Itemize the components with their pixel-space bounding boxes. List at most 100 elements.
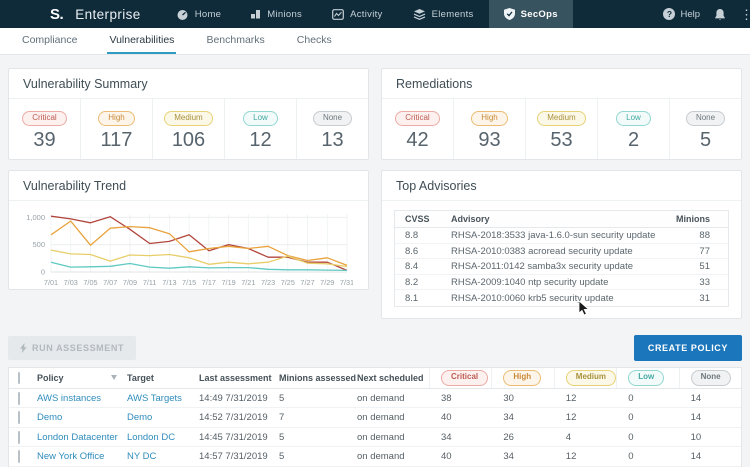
- severity-badge-none: None: [686, 111, 725, 126]
- policy-row-london-datacenter: London DatacenterLondon DC14:45 7/31/201…: [9, 428, 741, 448]
- stat-remediations-high: High 93: [453, 99, 525, 159]
- tabbar: Compliance Vulnerabilities Benchmarks Check…: [0, 28, 750, 55]
- advisory-minions: 88: [664, 230, 718, 241]
- stat-value-critical: 39: [9, 129, 80, 152]
- next-scheduled-cell: on demand: [357, 451, 429, 462]
- nav-item-home[interactable]: Home: [161, 0, 237, 28]
- advisory-cvss: 8.4: [405, 261, 451, 272]
- next-scheduled-cell: on demand: [357, 393, 429, 404]
- svg-text:7/15: 7/15: [182, 278, 196, 287]
- run-assessment-button[interactable]: RUN ASSESSMENT: [8, 336, 136, 360]
- row-checkbox-cell: [9, 451, 37, 462]
- minions-assessed-cell: 5: [279, 393, 357, 404]
- advisory-name: RHSA-2011:0142 samba3x security update: [451, 261, 664, 272]
- trend-series-low: [51, 263, 347, 271]
- tab-benchmarks[interactable]: Benchmarks: [204, 28, 266, 54]
- stat-remediations-low: Low2: [597, 99, 669, 159]
- stat-remediations-none: None5: [669, 99, 741, 159]
- bell-icon[interactable]: [714, 8, 726, 21]
- policy-link[interactable]: AWS instances: [37, 393, 127, 404]
- svg-text:7/03: 7/03: [64, 278, 78, 287]
- elements-icon: [413, 9, 426, 20]
- target-link[interactable]: AWS Targets: [127, 393, 199, 404]
- advisories-col-advisory: Advisory: [451, 214, 664, 224]
- topbar: S. Enterprise HomeMinionsActivityElement…: [0, 0, 750, 28]
- row-checkbox[interactable]: [18, 450, 20, 463]
- severity-badge-medium: Medium: [566, 370, 616, 385]
- low-count-cell: 0: [616, 393, 678, 404]
- brand[interactable]: S. Enterprise: [0, 0, 141, 28]
- critical-count-cell: 38: [429, 393, 491, 404]
- row-checkbox-cell: [9, 412, 37, 423]
- nav-item-secops[interactable]: SecOps: [489, 0, 573, 28]
- policy-link[interactable]: Demo: [37, 412, 127, 423]
- svg-text:0: 0: [41, 268, 45, 277]
- none-count-cell: 14: [679, 393, 741, 404]
- last-assessment-cell: 14:52 7/31/2019: [199, 412, 279, 423]
- advisory-row: 8.1RHSA-2010:0060 krb5 security update31: [395, 290, 728, 306]
- advisory-row: 8.6RHSA-2010:0383 acroread security upda…: [395, 244, 728, 260]
- activity-icon: [332, 9, 344, 20]
- tab-vulnerabilities[interactable]: Vulnerabilities: [107, 28, 176, 54]
- stat-value-medium: 106: [153, 129, 224, 152]
- policy-link[interactable]: New York Office: [37, 451, 127, 462]
- nav-item-minions[interactable]: Minions: [236, 0, 317, 28]
- vulnerability-summary-stats: Critical39High117Medium106Low12None13: [9, 99, 368, 159]
- stat-value-critical: 42: [382, 129, 453, 152]
- row-checkbox[interactable]: [18, 431, 20, 444]
- top-advisories-card: Top Advisories CVSSAdvisoryMinions 8.8RH…: [381, 170, 742, 319]
- target-link[interactable]: London DC: [127, 432, 199, 443]
- svg-text:7/01: 7/01: [44, 278, 58, 287]
- row-checkbox-cell: [9, 393, 37, 404]
- topbar-right: ? Help ⋮: [663, 0, 750, 28]
- target-link[interactable]: Demo: [127, 412, 199, 423]
- svg-text:7/11: 7/11: [143, 278, 157, 287]
- tab-compliance[interactable]: Compliance: [20, 28, 79, 54]
- none-count-cell: 10: [679, 432, 741, 443]
- secops-shield-icon: [504, 8, 515, 20]
- advisories-header-row: CVSSAdvisoryMinions: [395, 211, 728, 228]
- svg-text:7/25: 7/25: [281, 278, 295, 287]
- policy-column-header: Policy: [37, 368, 127, 388]
- severity-badge-critical: Critical: [395, 111, 439, 126]
- next-scheduled-cell: on demand: [357, 432, 429, 443]
- column-header-last-assessment: Last assessment: [199, 373, 279, 383]
- minions-assessed-cell: 5: [279, 451, 357, 462]
- nav-item-elements[interactable]: Elements: [398, 0, 489, 28]
- select-all-checkbox[interactable]: [18, 372, 20, 384]
- advisories-col-minions: Minions: [664, 214, 718, 224]
- column-header-next-scheduled: Next scheduled: [357, 373, 429, 383]
- last-assessment-cell: 14:45 7/31/2019: [199, 432, 279, 443]
- policy-row-aws-instances: AWS instancesAWS Targets14:49 7/31/20195…: [9, 389, 741, 409]
- remediations-title: Remediations: [382, 69, 741, 99]
- svg-text:7/19: 7/19: [221, 278, 235, 287]
- policy-link[interactable]: London Datacenter: [37, 432, 127, 443]
- stat-value-low: 12: [225, 129, 296, 152]
- nav-item-activity[interactable]: Activity: [317, 0, 398, 28]
- minions-icon: [251, 9, 261, 19]
- svg-text:7/31: 7/31: [340, 278, 353, 287]
- advisory-cvss: 8.1: [405, 293, 451, 304]
- severity-badge-high: High: [471, 111, 507, 126]
- stat-value-high: 93: [454, 129, 525, 152]
- trend-series-medium: [51, 250, 347, 266]
- trend-series-critical: [51, 217, 347, 271]
- minions-assessed-cell: 5: [279, 432, 357, 443]
- row-checkbox[interactable]: [18, 392, 20, 405]
- tab-checks[interactable]: Checks: [295, 28, 334, 54]
- high-count-cell: 26: [491, 432, 553, 443]
- remediations-stats: Critical42High93Medium53Low2None5: [382, 99, 741, 159]
- create-policy-button[interactable]: CREATE POLICY: [634, 335, 742, 361]
- none-count-cell: 14: [679, 451, 741, 462]
- severity-badge-critical: Critical: [441, 370, 488, 385]
- advisory-name: RHSA-2010:0060 krb5 security update: [451, 293, 664, 304]
- target-link[interactable]: NY DC: [127, 451, 199, 462]
- row-checkbox[interactable]: [18, 411, 20, 424]
- next-scheduled-cell: on demand: [357, 412, 429, 423]
- help-button[interactable]: ? Help: [663, 8, 700, 20]
- filter-icon[interactable]: [111, 375, 117, 380]
- svg-text:7/29: 7/29: [320, 278, 334, 287]
- medium-count-cell: 12: [554, 451, 616, 462]
- advisory-minions: 31: [664, 293, 718, 304]
- kebab-menu-icon[interactable]: ⋮: [740, 8, 748, 21]
